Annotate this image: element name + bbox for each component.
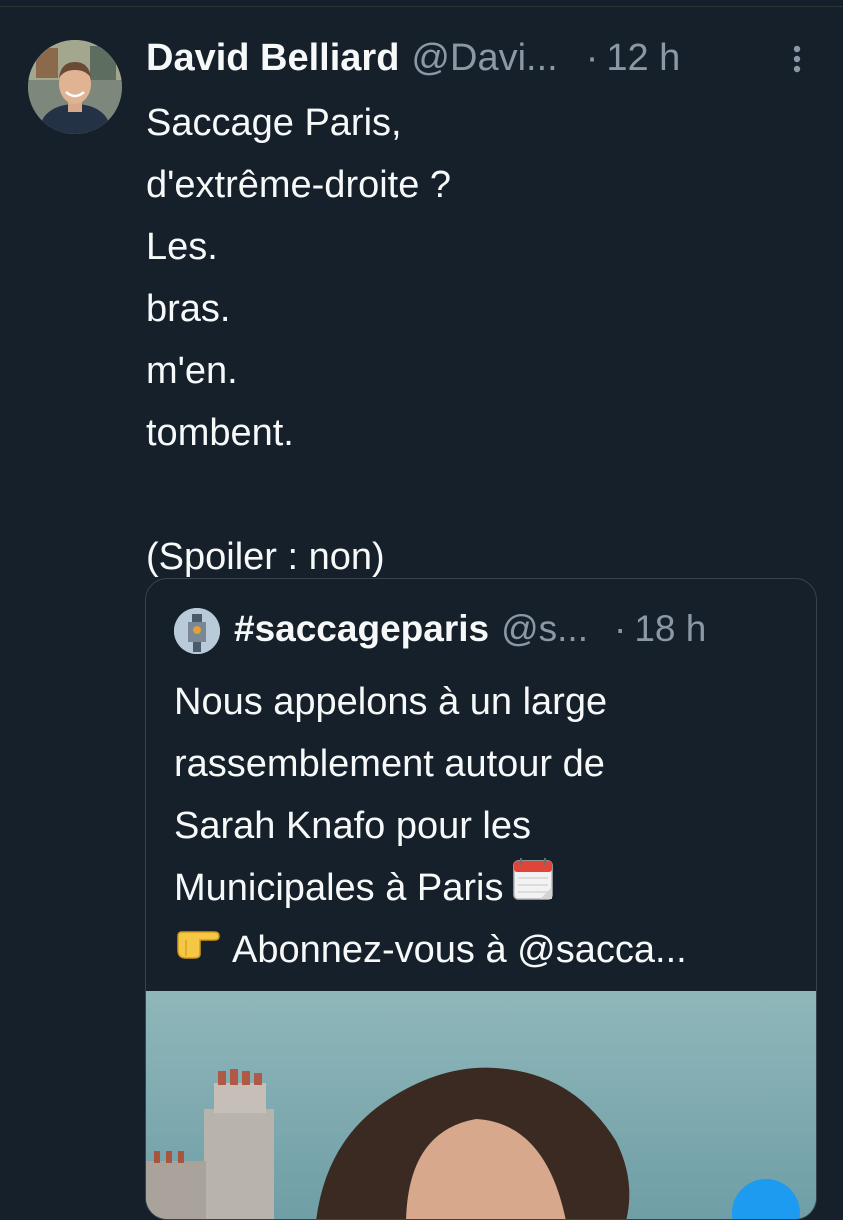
quoted-text-segment: Abonnez-vous à @sacca... bbox=[232, 929, 687, 971]
tweet-timestamp[interactable]: 12 h bbox=[606, 37, 680, 80]
quoted-tweet-header: #saccageparis @s... · 18 h bbox=[234, 601, 804, 657]
quoted-text-segment: Municipales à Paris bbox=[174, 867, 504, 909]
tweet-text-line: Saccage Paris, bbox=[146, 102, 402, 144]
quoted-text-line: rassemblement autour de bbox=[174, 733, 794, 795]
separator-dot: · bbox=[585, 36, 599, 79]
quoted-text-line: Nous appelons à un large bbox=[174, 671, 794, 733]
quoted-text-segment: Sarah Knafo pour les bbox=[174, 805, 532, 847]
separator-dot: · bbox=[614, 608, 627, 649]
tweet-text-line: bras. bbox=[146, 288, 231, 330]
pointing-right-icon bbox=[174, 919, 222, 981]
quoted-author-avatar[interactable] bbox=[174, 608, 220, 654]
more-options-icon[interactable] bbox=[784, 42, 810, 76]
calendar-icon bbox=[511, 856, 555, 921]
top-divider bbox=[0, 6, 843, 7]
tweet-text-line: d'extrême-droite ? bbox=[146, 164, 452, 206]
tweet-text-line: Les. bbox=[146, 226, 218, 268]
tweet-text: Saccage Paris, d'extrême-droite ? Les. b… bbox=[146, 92, 806, 588]
quoted-text-line: Abonnez-vous à @sacca... bbox=[174, 919, 794, 981]
quoted-author-name[interactable]: #saccageparis bbox=[234, 608, 489, 650]
quoted-text-line: Municipales à Paris bbox=[174, 857, 794, 919]
quoted-text-segment: Nous appelons à un large bbox=[174, 681, 608, 723]
tweet-header: David Belliard @Davi... · 12 h bbox=[146, 30, 826, 86]
quoted-tweet-timestamp[interactable]: 18 h bbox=[634, 608, 706, 650]
author-name[interactable]: David Belliard bbox=[146, 37, 399, 80]
quoted-tweet-text: Nous appelons à un large rassemblement a… bbox=[174, 671, 794, 981]
quoted-tweet-card[interactable]: #saccageparis @s... · 18 h Nous appelons… bbox=[145, 578, 817, 1220]
quoted-text-line: Sarah Knafo pour les bbox=[174, 795, 794, 857]
quoted-text-segment: rassemblement autour de bbox=[174, 743, 605, 785]
tweet-text-line bbox=[146, 464, 806, 526]
quoted-tweet-image[interactable] bbox=[146, 991, 816, 1219]
author-handle[interactable]: @Davi... bbox=[411, 37, 557, 80]
tweet-text-line: tombent. bbox=[146, 412, 294, 454]
tweet-text-line: m'en. bbox=[146, 350, 238, 392]
quoted-author-handle[interactable]: @s... bbox=[501, 608, 588, 650]
author-avatar[interactable] bbox=[28, 40, 122, 134]
